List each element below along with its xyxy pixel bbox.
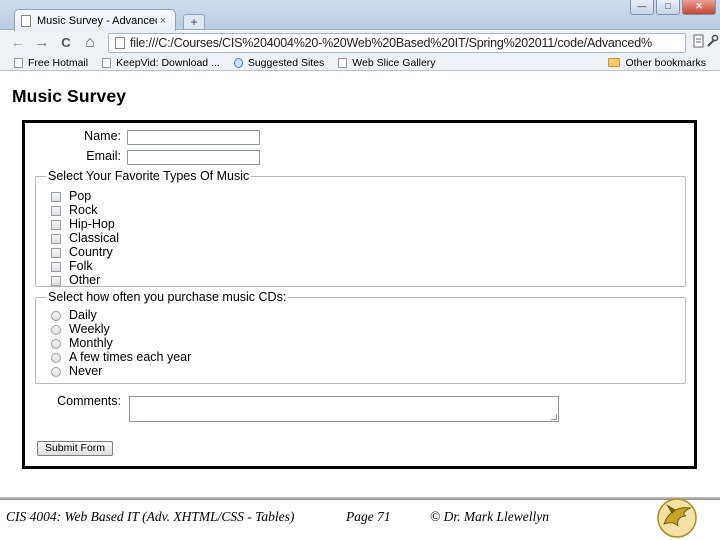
checkbox[interactable] (51, 261, 61, 272)
new-tab-button[interactable]: + (183, 14, 205, 30)
bookmark-item[interactable]: Suggested Sites (233, 57, 324, 69)
other-bookmarks[interactable]: Other bookmarks (608, 57, 706, 69)
radio-button[interactable] (51, 338, 61, 349)
folder-icon (608, 58, 621, 67)
bookmark-item[interactable]: Free Hotmail (14, 57, 88, 69)
radio-option[interactable]: A few times each year (51, 351, 191, 364)
checkbox-option[interactable]: Hip-Hop (51, 218, 115, 231)
page-icon (14, 57, 23, 68)
purchase-frequency-fieldset: Select how often you purchase music CDs:… (35, 291, 686, 384)
forward-button[interactable]: → (30, 32, 54, 54)
radio-option[interactable]: Never (51, 365, 102, 378)
name-label: Name: (84, 129, 121, 143)
radio-button[interactable] (51, 324, 61, 335)
ucf-pegasus-logo (652, 494, 702, 538)
page-icon (102, 57, 112, 68)
checkbox[interactable] (51, 219, 61, 230)
radio-option[interactable]: Daily (51, 309, 97, 322)
page-icon (115, 37, 125, 49)
name-input[interactable] (127, 130, 260, 145)
page-icon (338, 57, 348, 68)
address-bar[interactable]: file:///C:/Courses/CIS%204004%20-%20Web%… (108, 33, 686, 53)
radio-button[interactable] (51, 366, 61, 377)
checkbox-option[interactable]: Other (51, 274, 100, 287)
ie-icon (233, 57, 243, 68)
checkbox-option[interactable]: Country (51, 246, 113, 259)
browser-titlebar: Music Survey - Advanced... × + — □ ✕ (0, 0, 720, 31)
close-window-button[interactable]: ✕ (682, 0, 716, 15)
back-button[interactable]: ← (6, 32, 30, 54)
music-types-legend: Select Your Favorite Types Of Music (48, 169, 250, 183)
footer-page: Page 71 (346, 509, 391, 524)
survey-form: Name: Email: Select Your Favorite Types … (22, 120, 697, 469)
submit-button[interactable]: Submit Form (37, 441, 113, 456)
checkbox[interactable] (51, 275, 61, 286)
browser-toolbar: ← → C ⌂ file:///C:/Courses/CIS%204004%20… (0, 31, 720, 55)
home-button[interactable]: ⌂ (78, 32, 102, 54)
footer-course: CIS 4004: Web Based IT (Adv. XHTML/CSS -… (6, 509, 295, 524)
radio-button[interactable] (51, 352, 61, 363)
maximize-button[interactable]: □ (656, 0, 680, 15)
radio-option[interactable]: Monthly (51, 337, 113, 350)
purchase-frequency-legend: Select how often you purchase music CDs: (48, 290, 287, 304)
browser-tab[interactable]: Music Survey - Advanced... × (14, 9, 176, 31)
footer-author: © Dr. Mark Llewellyn (430, 509, 549, 524)
checkbox[interactable] (51, 205, 61, 216)
checkbox[interactable] (51, 247, 61, 258)
checkbox[interactable] (51, 233, 61, 244)
music-types-fieldset: Select Your Favorite Types Of Music Pop … (35, 170, 686, 287)
window-controls: — □ ✕ (630, 0, 716, 15)
minimize-button[interactable]: — (630, 0, 654, 15)
page-icon (21, 14, 31, 27)
resize-handle-icon[interactable] (551, 414, 557, 420)
checkbox-option[interactable]: Rock (51, 204, 97, 217)
close-tab-icon[interactable]: × (157, 15, 169, 27)
checkbox-option[interactable]: Pop (51, 190, 91, 203)
bookmark-item[interactable]: Web Slice Gallery (338, 57, 436, 69)
bookmark-item[interactable]: KeepVid: Download ... (102, 57, 220, 69)
email-label: Email: (86, 149, 121, 163)
email-input[interactable] (127, 150, 260, 165)
checkbox[interactable] (51, 191, 61, 202)
radio-option[interactable]: Weekly (51, 323, 110, 336)
checkbox-option[interactable]: Folk (51, 260, 93, 273)
comments-textarea[interactable] (129, 396, 559, 422)
page-title: Music Survey (12, 86, 127, 106)
wrench-icon[interactable] (703, 33, 720, 53)
bookmarks-bar: Free Hotmail KeepVid: Download ... Sugge… (0, 55, 720, 71)
checkbox-option[interactable]: Classical (51, 232, 119, 245)
radio-button[interactable] (51, 310, 61, 321)
tab-title: Music Survey - Advanced... (37, 14, 157, 27)
comments-label: Comments: (57, 394, 121, 408)
url-text[interactable]: file:///C:/Courses/CIS%204004%20-%20Web%… (130, 36, 652, 50)
reload-button[interactable]: C (54, 32, 78, 54)
